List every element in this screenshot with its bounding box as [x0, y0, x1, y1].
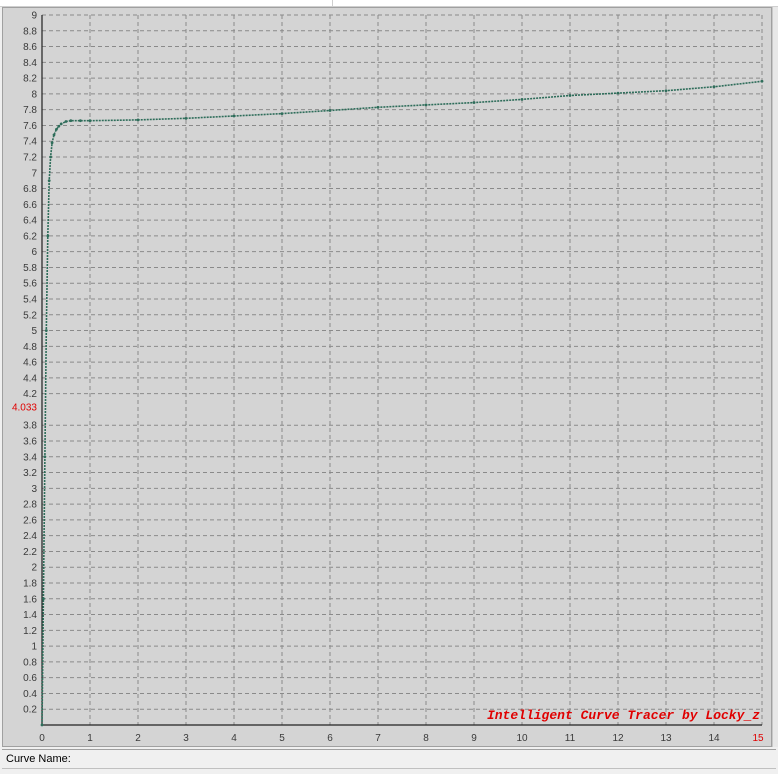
y-tick-label: 0.6	[23, 673, 37, 684]
y-tick-label: 4.2	[23, 389, 37, 400]
data-point	[88, 119, 92, 123]
y-tick-label: 1	[31, 642, 37, 653]
y-tick-label: 3	[31, 484, 37, 495]
data-point	[69, 119, 73, 123]
y-tick-label: 6.6	[23, 200, 37, 211]
x-tick-label: 10	[516, 733, 528, 744]
y-tick-label: 6.2	[23, 231, 37, 242]
y-tick-label: 7.6	[23, 121, 37, 132]
x-tick-label: 0	[39, 733, 45, 744]
y-tick-label: 1.2	[23, 626, 37, 637]
y-tick-label: 0.8	[23, 657, 37, 668]
y-tick-label: 9	[31, 11, 37, 22]
y-tick-label: 5.6	[23, 279, 37, 290]
status-separator	[2, 768, 776, 769]
y-tick-label: 2.8	[23, 500, 37, 511]
y-tick-label: 8.2	[23, 74, 37, 85]
data-point	[42, 597, 45, 601]
data-point	[712, 85, 716, 89]
y-tick-label: 6.8	[23, 184, 37, 195]
y-tick-label: 5.2	[23, 310, 37, 321]
x-tick-label: 2	[135, 733, 141, 744]
y-tick-label: 5	[31, 326, 37, 337]
x-tick-label: 7	[375, 733, 381, 744]
y-tick-label: 4.8	[23, 342, 37, 353]
y-tick-label: 2.6	[23, 515, 37, 526]
x-tick-label: 14	[708, 733, 720, 744]
y-tick-label: 8.6	[23, 42, 37, 53]
data-point	[664, 89, 668, 93]
data-point	[46, 234, 50, 238]
y-tick-label: 1.4	[23, 610, 37, 621]
data-point	[232, 114, 236, 118]
data-point	[184, 116, 188, 120]
data-point	[44, 329, 48, 332]
y-tick-label: 1.8	[23, 579, 37, 590]
y-tick-label: 7.4	[23, 137, 37, 148]
y-tick-label-highlight: 4.033	[12, 402, 37, 413]
y-tick-label: 5.8	[23, 263, 37, 274]
y-tick-label: 8.8	[23, 26, 37, 37]
y-tick-label: 8.4	[23, 58, 37, 69]
data-point	[136, 118, 140, 122]
data-point	[57, 124, 61, 128]
x-tick-label: 1	[87, 733, 93, 744]
data-point	[424, 103, 428, 107]
data-point	[64, 120, 68, 123]
x-tick-label: 8	[423, 733, 429, 744]
line-chart: 0.2 0.4 0.6 0.8 1 1.2 1.4 1.6 1.8 2 2.2 2.4 2.6 2.8 3 3…	[12, 11, 764, 745]
x-tick-label: 13	[660, 733, 672, 744]
data-point	[376, 105, 380, 109]
data-point	[47, 179, 51, 183]
y-tick-label: 3.2	[23, 468, 37, 479]
data-point	[568, 94, 572, 97]
y-tick-label: 7.2	[23, 153, 37, 164]
x-tick-label: 11	[565, 733, 576, 744]
y-tick-label: 7.8	[23, 105, 37, 116]
y-tick-label: 2.4	[23, 531, 37, 542]
data-point	[520, 98, 524, 101]
x-tick-label: 6	[327, 733, 333, 744]
data-point	[55, 127, 58, 131]
data-point	[79, 119, 82, 123]
data-point	[52, 133, 56, 137]
y-tick-label: 6	[31, 247, 37, 258]
status-bar: Curve Name:	[2, 749, 776, 771]
y-tick-label: 3.4	[23, 452, 37, 463]
data-point	[40, 723, 44, 727]
plot-area	[42, 15, 762, 725]
y-tick-label: 2	[31, 563, 37, 574]
data-point	[760, 79, 764, 83]
data-point	[328, 109, 332, 112]
y-tick-label: 3.6	[23, 437, 37, 448]
data-point	[59, 122, 63, 126]
y-tick-label: 6.4	[23, 216, 37, 227]
y-tick-label: 4.4	[23, 373, 37, 384]
y-tick-label: 5.4	[23, 295, 37, 306]
x-tick-label: 5	[279, 733, 285, 744]
data-point	[616, 91, 620, 95]
watermark-text: Intelligent Curve Tracer by Locky_z	[487, 708, 760, 723]
y-tick-label: 1.6	[23, 594, 37, 605]
x-tick-label-highlight: 15	[752, 733, 764, 744]
curve-name-label: Curve Name:	[6, 753, 71, 765]
y-tick-label: 2.2	[23, 547, 37, 558]
data-point	[49, 155, 53, 159]
data-point	[472, 101, 476, 104]
x-tick-label: 9	[471, 733, 477, 744]
y-tick-label: 0.4	[23, 689, 37, 700]
x-tick-label: 4	[231, 733, 237, 744]
data-point	[280, 112, 284, 116]
data-point	[43, 455, 47, 459]
y-tick-label: 7	[31, 168, 37, 179]
x-tick-label: 3	[183, 733, 189, 744]
y-tick-label: 3.8	[23, 421, 37, 432]
x-tick-label: 12	[612, 733, 624, 744]
y-tick-label: 4.6	[23, 358, 37, 369]
y-tick-label: 8	[31, 89, 37, 100]
data-point	[50, 141, 54, 145]
y-tick-label: 0.2	[23, 705, 37, 716]
